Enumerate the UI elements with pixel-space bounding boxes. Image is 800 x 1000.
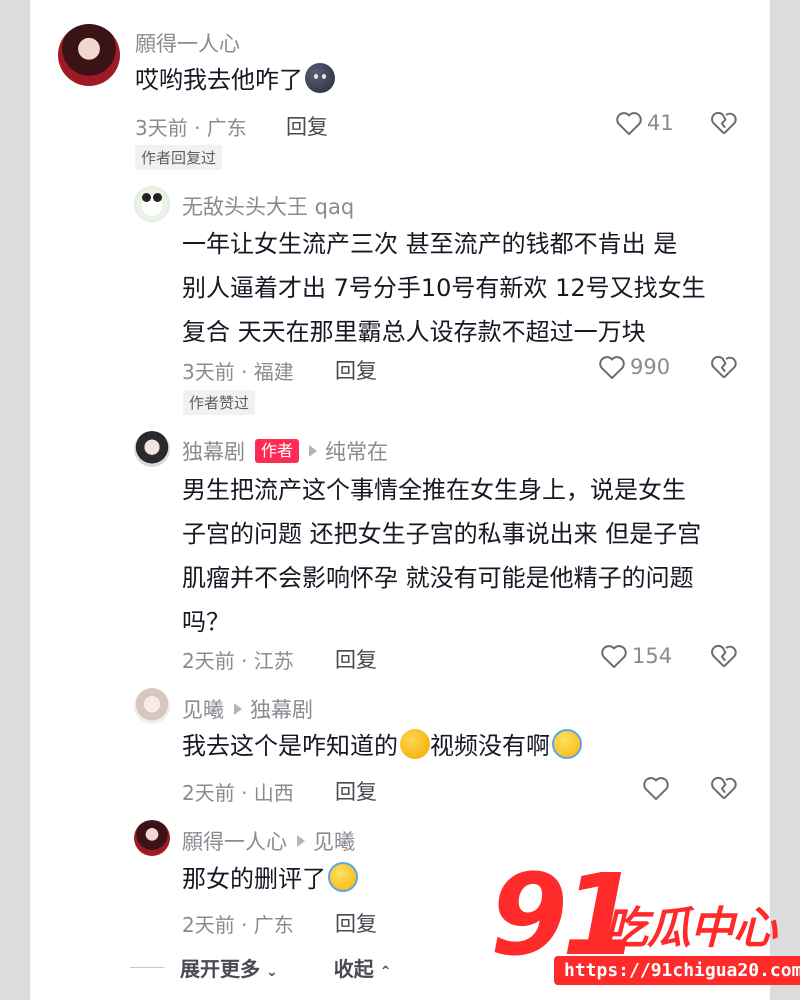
chevron-down-icon: ⌄ [266,964,278,980]
heart-icon [601,645,627,669]
comment-meta: 2天前 · 广东 [182,913,294,937]
broken-heart-icon[interactable] [710,642,738,670]
comment-panel: 願得一人心 哎哟我去他咋了 3天前 · 广东 回复 41 作者回复过 无敌头头大… [30,0,770,1000]
divider [130,967,164,968]
comment-text: 哎哟我去他咋了 [135,58,335,102]
laughing-crying-emoji [328,862,358,892]
heart-icon [643,777,669,801]
like-button[interactable]: 154 [600,643,672,669]
comment-meta: 2天前 · 山西 [182,781,294,805]
reply-button[interactable]: 回复 [335,776,377,806]
chevron-up-icon: ⌃ [379,964,392,980]
comment-meta: 3天前 · 福建 [182,360,294,384]
like-button[interactable] [642,775,670,801]
reply-to-name[interactable]: 见曦 [313,826,355,856]
heart-icon [616,112,642,136]
like-button[interactable]: 41 [615,110,674,136]
like-count: 154 [632,644,673,668]
reply-button[interactable]: 回复 [335,908,377,938]
laughing-crying-emoji [552,729,582,759]
comment-author: 独幕剧 作者 纯常在 [182,436,388,466]
broken-heart-icon[interactable] [710,353,738,381]
watermark-url: https://91chigua20.com [554,956,800,985]
heart-icon [599,356,625,380]
avatar[interactable] [134,688,170,724]
watermark-name: 吃瓜中心 [604,903,777,954]
comment-meta: 3天前 · 广东 [135,116,247,140]
comment-author[interactable]: 无敌头头大王 qaq [182,191,354,221]
comment-text: 我去这个是咋知道的 视频没有啊 [182,724,582,768]
comment-author: 願得一人心 见曦 [182,826,355,856]
reply-button[interactable]: 回复 [286,111,328,141]
angry-face-emoji [400,729,430,759]
expand-more-button[interactable]: 展开更多 ⌄ [180,953,278,982]
comment-author[interactable]: 願得一人心 [135,28,240,58]
author-badge: 作者 [255,439,300,463]
reply-arrow-icon [297,835,305,847]
broken-heart-icon[interactable] [710,774,738,802]
comment-footer: 展开更多 ⌄ 收起 ⌃ [130,953,391,982]
broken-heart-icon[interactable] [710,109,738,137]
reply-to-name[interactable]: 独幕剧 [250,694,313,724]
avatar[interactable] [134,186,170,222]
reply-to-name[interactable]: 纯常在 [325,436,388,466]
comment-text: 一年让女生流产三次 甚至流产的钱都不肯出 是 别人逼着才出 7号分手10号有新欢… [182,230,706,346]
author-liked-tag: 作者赞过 [183,390,256,415]
avatar[interactable] [58,24,120,86]
comment-meta: 2天前 · 江苏 [182,649,294,673]
reply-arrow-icon [309,445,318,457]
comment-author: 见曦 独幕剧 [182,694,313,724]
watermark-logo: 91 吃瓜中心 https://91chigua20.com [490,856,800,1000]
comment-text: 男生把流产这个事情全推在女生身上，说是女生 子宫的问题 还把女生子宫的私事说出来… [182,476,702,636]
like-count: 990 [630,355,671,379]
dark-face-emoji [305,63,335,93]
collapse-button[interactable]: 收起 ⌃ [334,953,392,982]
like-button[interactable]: 990 [598,354,670,380]
reply-button[interactable]: 回复 [335,644,377,674]
comment-text: 那女的删评了 [182,857,358,901]
avatar[interactable] [134,820,170,856]
reply-button[interactable]: 回复 [335,355,377,385]
reply-arrow-icon [234,703,242,715]
avatar[interactable] [134,431,170,467]
like-count: 41 [647,111,674,135]
author-replied-tag: 作者回复过 [135,145,223,170]
